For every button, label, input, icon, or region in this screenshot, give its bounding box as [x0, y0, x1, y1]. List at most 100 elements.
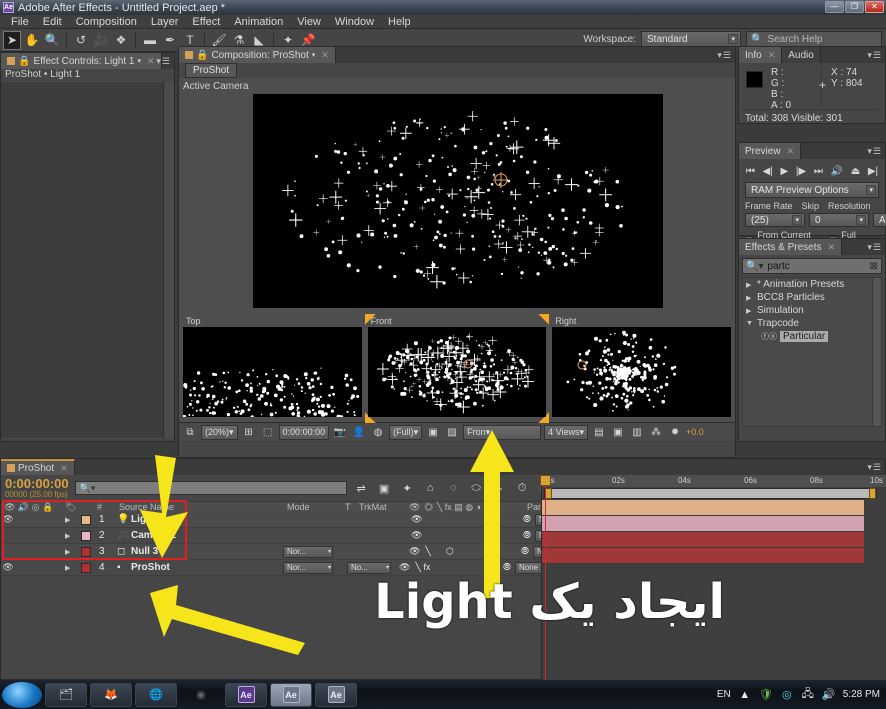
panel-menu-icon[interactable]: ▾☰ — [867, 462, 882, 473]
transparency-grid-icon[interactable]: ▨ — [444, 425, 460, 440]
chevron-right-icon[interactable]: ▶ — [746, 294, 754, 302]
view-layout-dropdown[interactable]: Fron ▾ — [463, 424, 542, 440]
panel-menu-icon[interactable]: ▾☰ — [867, 242, 882, 253]
taskbar-after-effects-3[interactable]: Ae — [315, 682, 357, 707]
layer-label-swatch[interactable] — [81, 530, 91, 541]
layer-name[interactable]: Null 3 — [131, 546, 283, 557]
frame-rate-dropdown[interactable]: (25) ▾ — [745, 213, 805, 227]
restore-button[interactable]: ❐ — [845, 1, 864, 13]
layer-bar-null3[interactable] — [542, 532, 864, 548]
clear-search-icon[interactable]: ⊠ — [870, 261, 878, 272]
effects-tree[interactable]: ▶ * Animation Presets ▶ BCC8 Particles ▶… — [742, 277, 882, 427]
draft-3d-icon[interactable]: ▣ — [376, 480, 393, 497]
current-time-indicator[interactable] — [540, 475, 551, 681]
main-viewport[interactable] — [253, 94, 663, 308]
layer-label-swatch[interactable] — [81, 514, 91, 525]
viewport-right-canvas[interactable] — [552, 327, 732, 417]
layer-name[interactable]: Camera 1 — [131, 530, 283, 541]
frame-blending-icon[interactable]: ⌂ — [422, 480, 439, 497]
rotation-tool[interactable]: ↺ — [72, 31, 90, 50]
always-preview-icon[interactable]: ⧉ — [182, 425, 198, 440]
hide-shy-layers-icon[interactable]: ✦ — [399, 480, 416, 497]
tree-item-trapcode[interactable]: ▼ Trapcode — [743, 317, 881, 330]
zoom-tool[interactable]: 🔍 — [43, 31, 61, 50]
menu-animation[interactable]: Animation — [227, 15, 290, 29]
tree-item-bcc8-particles[interactable]: ▶ BCC8 Particles — [743, 291, 881, 304]
layer-label-swatch[interactable] — [81, 546, 91, 557]
tab-composition[interactable]: 🔒 Composition: ProShot ▾ ✕ — [179, 47, 336, 63]
viewport-top-canvas[interactable] — [183, 327, 362, 417]
effects-tree-scrollbar[interactable] — [872, 278, 881, 426]
start-button[interactable] — [2, 681, 42, 708]
expand-layer-icon[interactable]: ▶ — [65, 564, 81, 572]
chevron-down-icon[interactable]: ▾ — [137, 57, 141, 65]
next-frame-button[interactable]: |▶ — [796, 166, 806, 177]
timeline-timecode-block[interactable]: 0:00:00:00 00000 (25.00 fps) — [5, 477, 69, 499]
timeline-icon[interactable]: ▥ — [629, 425, 645, 440]
grid-guides-icon[interactable]: ⊞ — [241, 425, 257, 440]
taskbar-explorer[interactable]: 🗂 — [45, 682, 87, 707]
network-icon[interactable]: 🖧 — [801, 688, 815, 702]
tree-item-simulation[interactable]: ▶ Simulation — [743, 304, 881, 317]
play-button[interactable]: ▶ — [781, 166, 789, 177]
tab-preview[interactable]: Preview ✕ — [739, 143, 802, 159]
pixel-aspect-icon[interactable]: ▤ — [591, 425, 607, 440]
timeline-search-input[interactable]: 🔍▾ — [74, 481, 347, 495]
panel-menu-icon[interactable]: ▾☰ — [867, 50, 882, 61]
close-icon[interactable]: ✕ — [828, 242, 836, 253]
taskbar-internet-explorer[interactable]: 🌐 — [135, 682, 177, 707]
layer-bar-proshot[interactable] — [542, 548, 864, 564]
pan-behind-tool[interactable]: ❖ — [112, 31, 130, 50]
security-icon[interactable]: 🛡 — [759, 688, 773, 702]
ram-preview-options-dropdown[interactable]: RAM Preview Options ▾ — [745, 182, 879, 198]
taskbar-after-effects-1[interactable]: Ae — [225, 682, 267, 707]
workspace-dropdown[interactable]: Standard ▾ — [641, 31, 741, 47]
tab-info[interactable]: Info ✕ — [739, 47, 783, 63]
viewport-front-canvas[interactable] — [367, 327, 547, 417]
volume-icon[interactable]: 🔊 — [822, 688, 836, 702]
pen-tool[interactable]: ✒ — [161, 31, 179, 50]
parent-pickwhip-icon[interactable]: ⦾ — [523, 514, 535, 525]
app-tray-icon[interactable]: ◎ — [780, 688, 794, 702]
parent-pickwhip-icon[interactable]: ⦾ — [521, 546, 533, 557]
loop-button[interactable]: ⏏ — [851, 166, 860, 177]
show-hidden-icons-icon[interactable]: ▲ — [738, 688, 752, 702]
menu-window[interactable]: Window — [328, 15, 381, 29]
chevron-right-icon[interactable]: ▶ — [746, 307, 754, 315]
tab-effects-presets[interactable]: Effects & Presets ✕ — [739, 239, 843, 255]
chevron-down-icon[interactable]: ▾ — [312, 51, 316, 59]
skip-dropdown[interactable]: 0 ▾ — [809, 213, 869, 227]
taskbar-firefox[interactable]: 🦊 — [90, 682, 132, 707]
close-button[interactable]: ✕ — [865, 1, 884, 13]
layer-bar-camera1[interactable] — [542, 516, 864, 532]
snapshot-icon[interactable]: 📷 — [332, 425, 348, 440]
fast-previews-icon[interactable]: ▣ — [610, 425, 626, 440]
panel-menu-icon[interactable]: ▾☰ — [867, 146, 882, 157]
effect-controls-scrollbar[interactable] — [163, 82, 174, 438]
timeline-graph-area[interactable]: 0s 02s 04s 06s 08s 10s — [540, 475, 886, 681]
channels-icon[interactable]: ◍ — [370, 425, 386, 440]
layer-visibility-toggle[interactable]: 👁 — [1, 514, 15, 525]
auto-keyframe-icon[interactable]: ⏱ — [514, 480, 531, 497]
layer-switches[interactable]: 👁 — [405, 530, 523, 541]
layer-switches[interactable]: 👁 ╲ fx — [391, 562, 503, 573]
layer-switches[interactable]: 👁 — [405, 514, 523, 525]
tree-item-particular[interactable]: ⓕⓧ Particular — [743, 330, 881, 343]
layer-label-swatch[interactable] — [81, 562, 91, 573]
exposure-value[interactable]: +0.0 — [686, 427, 704, 437]
tree-item-animation-presets[interactable]: ▶ * Animation Presets — [743, 278, 881, 291]
effects-search-input[interactable]: 🔍▾ partc ⊠ — [742, 258, 882, 274]
audio-button[interactable]: 🔊 — [831, 166, 843, 177]
mode-dropdown[interactable]: Nor... ▾ — [283, 545, 333, 558]
time-ruler[interactable]: 0s 02s 04s 06s 08s 10s — [542, 475, 886, 487]
viewport-front[interactable]: Front — [364, 314, 550, 423]
viewport-top[interactable]: Top — [183, 316, 362, 421]
layer-bar-light1[interactable] — [542, 500, 864, 516]
panel-menu-icon[interactable]: ▾☰ — [717, 50, 732, 61]
show-snapshot-icon[interactable]: 👤 — [351, 425, 367, 440]
taskbar-after-effects-2[interactable]: Ae — [270, 682, 312, 707]
close-icon[interactable]: ✕ — [147, 56, 155, 67]
last-frame-button[interactable]: ⏭ — [814, 166, 823, 177]
shape-tool[interactable]: ▬ — [141, 31, 159, 50]
panel-menu-icon[interactable]: ▾☰ — [156, 56, 171, 67]
